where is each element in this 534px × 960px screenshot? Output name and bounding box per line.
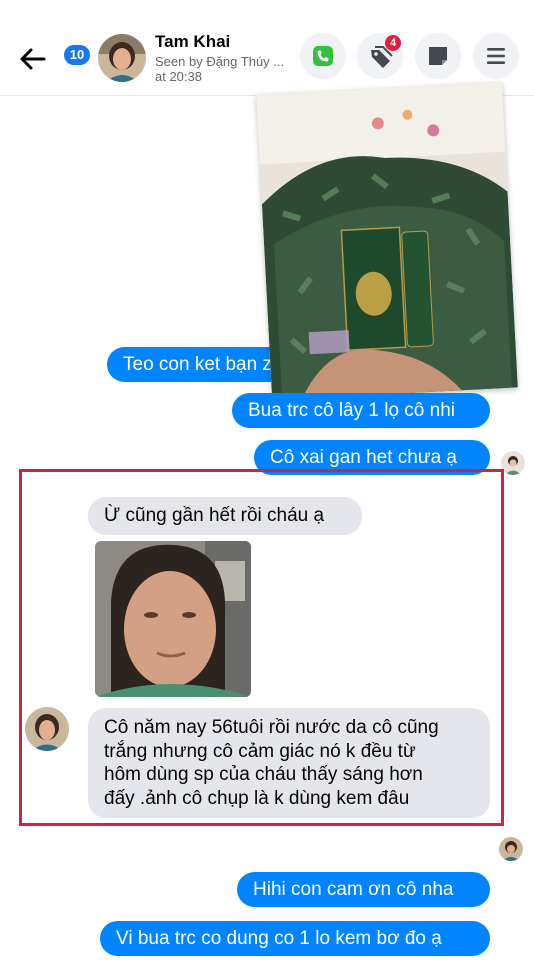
unread-count-badge: 10 — [64, 45, 90, 65]
message-text: Cô xai gan het chưa ạ — [270, 447, 458, 468]
message-text: Hihi con cam ơn cô nha — [253, 879, 454, 900]
seen-avatar — [501, 451, 525, 475]
shared-selfie-photo[interactable] — [95, 541, 251, 697]
product-photo[interactable] — [256, 81, 518, 401]
message-bubble-outgoing[interactable]: Hihi con cam ơn cô nha — [237, 872, 490, 907]
tags-count-badge: 4 — [385, 35, 401, 51]
contact-avatar[interactable] — [98, 34, 146, 82]
note-button[interactable] — [415, 33, 461, 79]
back-arrow-icon[interactable] — [16, 42, 50, 76]
message-bubble-outgoing[interactable]: Vi bua trc co dung co 1 lo kem bơ đo ạ — [100, 921, 490, 956]
sticky-note-icon — [429, 47, 447, 65]
message-bubble-incoming[interactable]: Cô năm nay 56tuôi rồi nước da cô cũng tr… — [88, 708, 490, 818]
contact-avatar-small[interactable] — [25, 707, 69, 751]
message-bubble-outgoing[interactable]: Bua trc cô lây 1 lọ cô nhi — [232, 393, 490, 428]
message-bubble-incoming[interactable]: Ừ cũng gần hết rồi cháu ạ — [88, 497, 362, 535]
call-button[interactable] — [300, 33, 346, 79]
message-text: Vi bua trc co dung co 1 lo kem bơ đo ạ — [116, 928, 442, 949]
menu-button[interactable] — [473, 33, 519, 79]
tags-button[interactable]: 4 — [357, 33, 403, 79]
hamburger-menu-icon — [487, 48, 505, 64]
chat-header: 10 Tam Khai Seen by Đặng Thúy ... at 20:… — [0, 0, 534, 96]
message-text: Ừ cũng gần hết rồi cháu ạ — [104, 505, 325, 526]
contact-name[interactable]: Tam Khai — [155, 32, 230, 52]
message-line: trắng nhưng cô cảm giác nó k đều từ — [104, 740, 416, 762]
message-text: Bua trc cô lây 1 lọ cô nhi — [248, 400, 455, 421]
message-line: hôm dùng sp của cháu thấy sáng hơn — [104, 764, 423, 785]
seen-status-line1: Seen by Đặng Thúy ... — [155, 54, 285, 69]
phone-icon — [313, 46, 333, 66]
seen-status: Seen by Đặng Thúy ... at 20:38 — [155, 54, 305, 84]
seen-avatar — [499, 837, 523, 861]
message-line: đấy .ảnh cô chụp là k dùng kem đâu — [104, 787, 410, 809]
message-line: Cô năm nay 56tuôi rồi nước da cô cũng — [104, 717, 439, 738]
seen-status-line2: at 20:38 — [155, 69, 202, 84]
